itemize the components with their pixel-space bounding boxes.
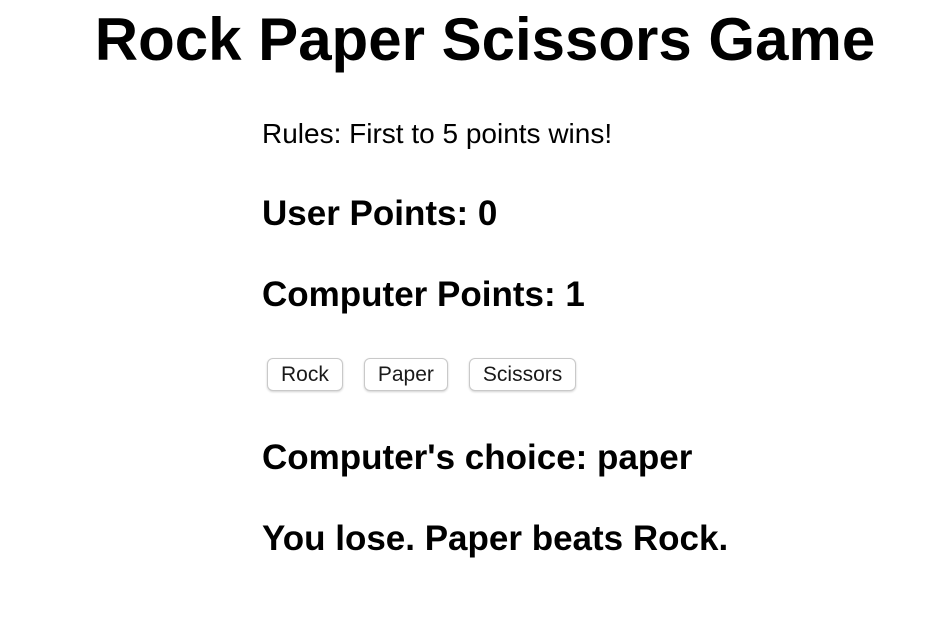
computer-choice: Computer's choice: paper — [262, 438, 693, 477]
rock-button[interactable]: Rock — [267, 358, 343, 391]
computer-points: Computer Points: 1 — [262, 275, 585, 314]
choice-buttons: Rock Paper Scissors — [267, 358, 577, 391]
user-points: User Points: 0 — [262, 194, 498, 233]
page-title: Rock Paper Scissors Game — [94, 6, 876, 73]
paper-button[interactable]: Paper — [363, 358, 448, 391]
scissors-button[interactable]: Scissors — [468, 358, 577, 391]
rules-text: Rules: First to 5 points wins! — [262, 118, 613, 149]
round-result: You lose. Paper beats Rock. — [262, 519, 729, 558]
